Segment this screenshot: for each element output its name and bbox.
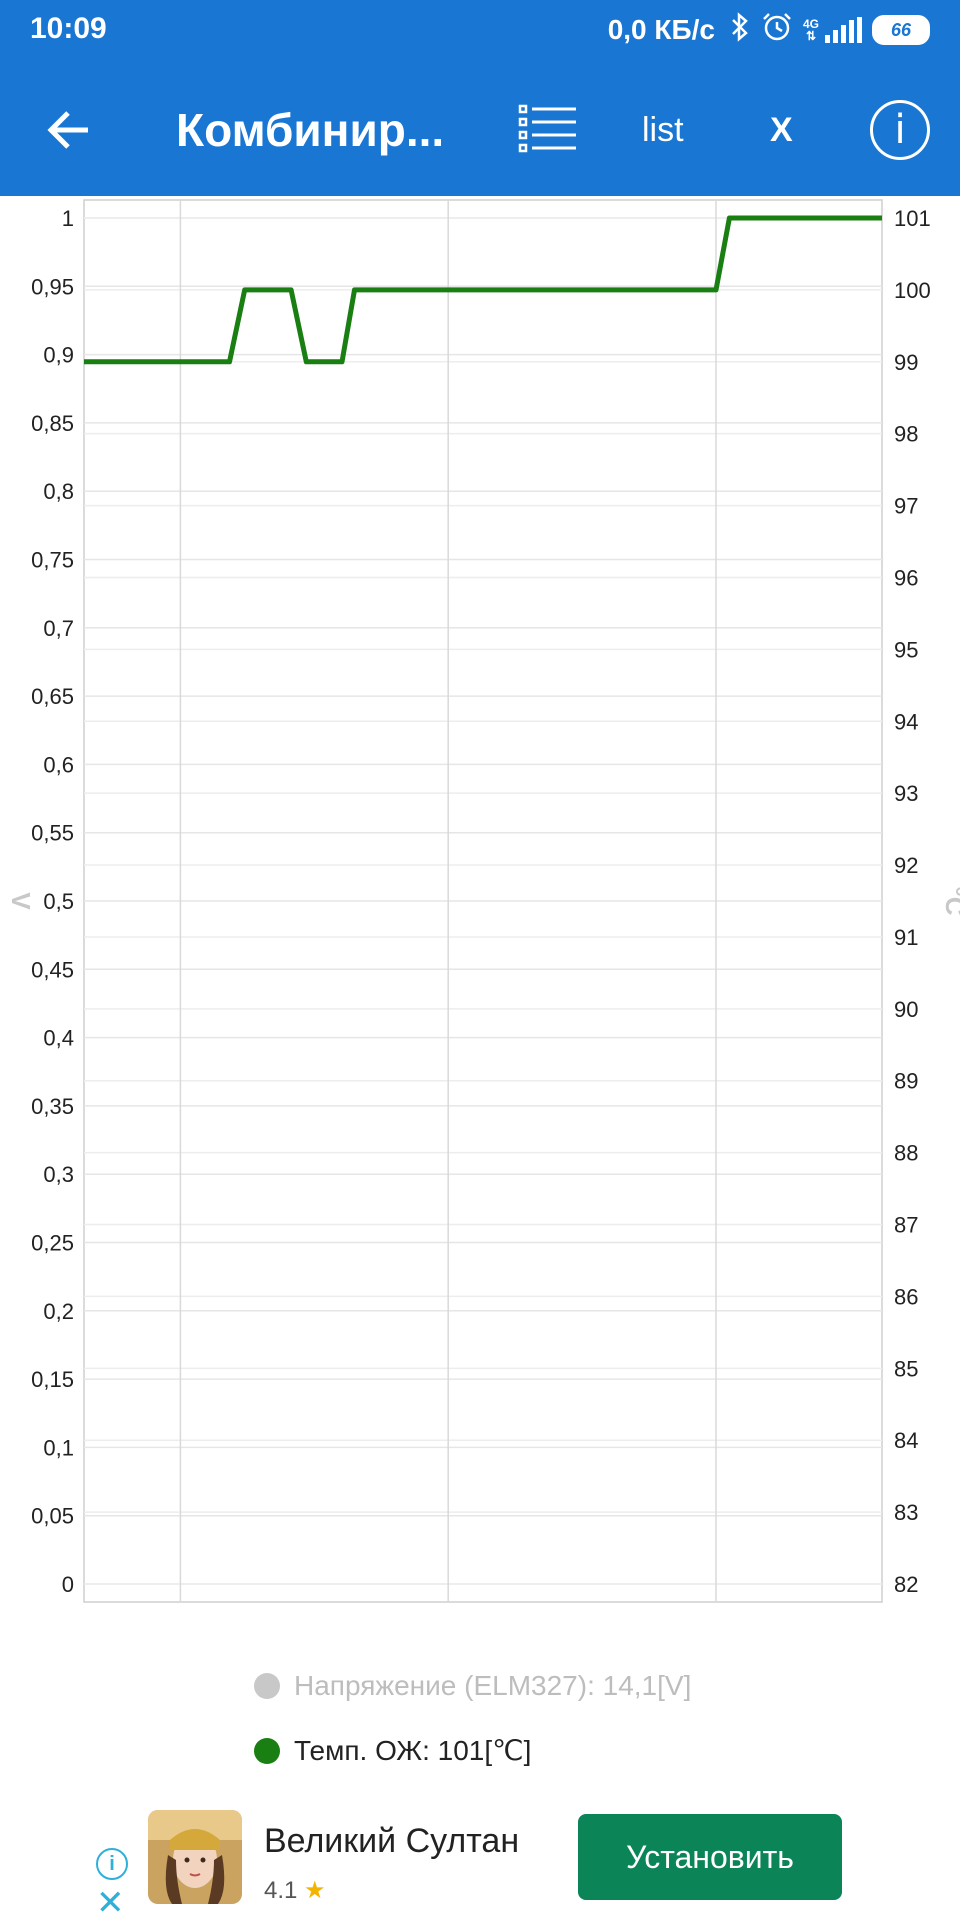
legend-label-coolant-temp: Темп. ОЖ: 101[℃] xyxy=(294,1735,532,1766)
y-left-tick-label: 0,05 xyxy=(31,1504,74,1529)
y-left-tick-label: 0,25 xyxy=(31,1231,74,1256)
x-tick-label: 18:45 xyxy=(153,1622,208,1626)
alarm-icon xyxy=(761,12,793,47)
y-right-tick-label: 82 xyxy=(894,1572,918,1597)
ad-banner[interactable]: i ✕ Великий Султан 4.1 ★ Установить xyxy=(0,1792,960,1920)
signal-icon xyxy=(825,16,862,43)
ad-title: Великий Султан xyxy=(264,1822,520,1860)
y-right-tick-label: 94 xyxy=(894,709,918,734)
y-right-tick-label: 86 xyxy=(894,1284,918,1309)
legend-label-voltage: Напряжение (ELM327): 14,1[V] xyxy=(294,1670,692,1701)
y-left-tick-label: 0,1 xyxy=(43,1435,74,1460)
y-right-tick-label: 97 xyxy=(894,494,918,519)
y-right-tick-label: 85 xyxy=(894,1356,918,1381)
ad-rating: 4.1 ★ xyxy=(264,1877,326,1904)
y-left-tick-label: 0,5 xyxy=(43,889,74,914)
y-left-tick-label: 0,6 xyxy=(43,752,74,777)
y-left-tick-label: 0,45 xyxy=(31,957,74,982)
x-tick-label: 18:50 xyxy=(421,1622,476,1626)
y-left-tick-label: 0,7 xyxy=(43,616,74,641)
y-right-tick-label: 98 xyxy=(894,422,918,447)
ad-app-icon xyxy=(148,1810,242,1904)
y-right-tick-label: 90 xyxy=(894,997,918,1022)
battery-icon: 66 xyxy=(872,14,930,45)
y-left-tick-label: 0,85 xyxy=(31,411,74,436)
ad-info-icon[interactable]: i xyxy=(96,1848,128,1880)
y-left-tick-label: 0 xyxy=(62,1572,74,1597)
chart[interactable]: 0 0,05 0,1 0,15 0,2 0,25 0,3 0,35 0,4 0,45 0,5 0,55… xyxy=(0,196,960,1626)
y-left-tick-label: 0,75 xyxy=(31,548,74,573)
y-left-tick-label: 0,4 xyxy=(43,1026,74,1051)
legend-dot-coolant-temp xyxy=(254,1737,280,1764)
battery-level: 66 xyxy=(872,14,930,45)
y-left-axis-label: V xyxy=(6,892,36,910)
status-icons: 0,0 КБ/с 4G ⇅ 66 xyxy=(608,12,930,47)
y-right-axis-label: °C xyxy=(940,886,960,915)
toolbar: Комбинир... list X i xyxy=(0,80,960,180)
x-button[interactable]: X xyxy=(770,108,793,152)
y-right-tick-label: 88 xyxy=(894,1141,918,1166)
ad-close-icon[interactable]: ✕ xyxy=(96,1886,125,1920)
y-right-tick-label: 101 xyxy=(894,206,931,231)
legend-item-coolant-temp[interactable]: Темп. ОЖ: 101[℃] xyxy=(254,1734,531,1767)
y-right-tick-label: 95 xyxy=(894,637,918,662)
info-button[interactable]: i xyxy=(870,100,930,160)
y-left-tick-label: 1 xyxy=(62,206,74,231)
y-left-tick-label: 0,2 xyxy=(43,1299,74,1324)
y-left-tick-label: 0,9 xyxy=(43,343,74,368)
y-left-tick-label: 0,15 xyxy=(31,1367,74,1392)
y-left-tick-label: 0,3 xyxy=(43,1162,74,1187)
ad-install-button[interactable]: Установить xyxy=(578,1814,842,1900)
list-icon[interactable] xyxy=(518,102,578,158)
star-icon: ★ xyxy=(304,1877,326,1904)
y-left-tick-label: 0,95 xyxy=(31,274,74,299)
list-button[interactable]: list xyxy=(642,108,684,152)
y-right-tick-label: 83 xyxy=(894,1500,918,1525)
y-left-tick-label: 0,55 xyxy=(31,821,74,846)
net-speed: 0,0 КБ/с xyxy=(607,13,715,45)
y-right-tick-label: 91 xyxy=(894,925,918,950)
y-right-tick-label: 96 xyxy=(894,565,918,590)
bluetooth-icon xyxy=(729,12,751,47)
back-arrow-icon[interactable] xyxy=(40,100,100,160)
y-right-tick-label: 84 xyxy=(894,1428,918,1453)
legend-item-voltage[interactable]: Напряжение (ELM327): 14,1[V] xyxy=(254,1670,691,1702)
y-right-tick-label: 87 xyxy=(894,1213,918,1238)
y-right-tick-label: 93 xyxy=(894,781,918,806)
y-left-tick-label: 0,8 xyxy=(43,479,74,504)
y-right-tick-label: 99 xyxy=(894,350,918,375)
status-time: 10:09 xyxy=(30,12,107,45)
page-title: Комбинир... xyxy=(176,104,445,156)
network-type: 4G ⇅ xyxy=(802,16,819,43)
y-right-tick-label: 89 xyxy=(894,1069,918,1094)
y-right-tick-label: 100 xyxy=(894,278,931,303)
y-left-tick-label: 0,65 xyxy=(31,684,74,709)
x-tick-label: 18:55 xyxy=(688,1622,743,1626)
y-right-tick-label: 92 xyxy=(894,853,918,878)
legend-dot-voltage xyxy=(254,1673,280,1699)
app-bar: 10:09 0,0 КБ/с 4G ⇅ 66 Комбинир... list … xyxy=(0,0,960,196)
y-left-tick-label: 0,35 xyxy=(31,1094,74,1119)
status-bar: 10:09 0,0 КБ/с 4G ⇅ 66 xyxy=(0,0,960,60)
